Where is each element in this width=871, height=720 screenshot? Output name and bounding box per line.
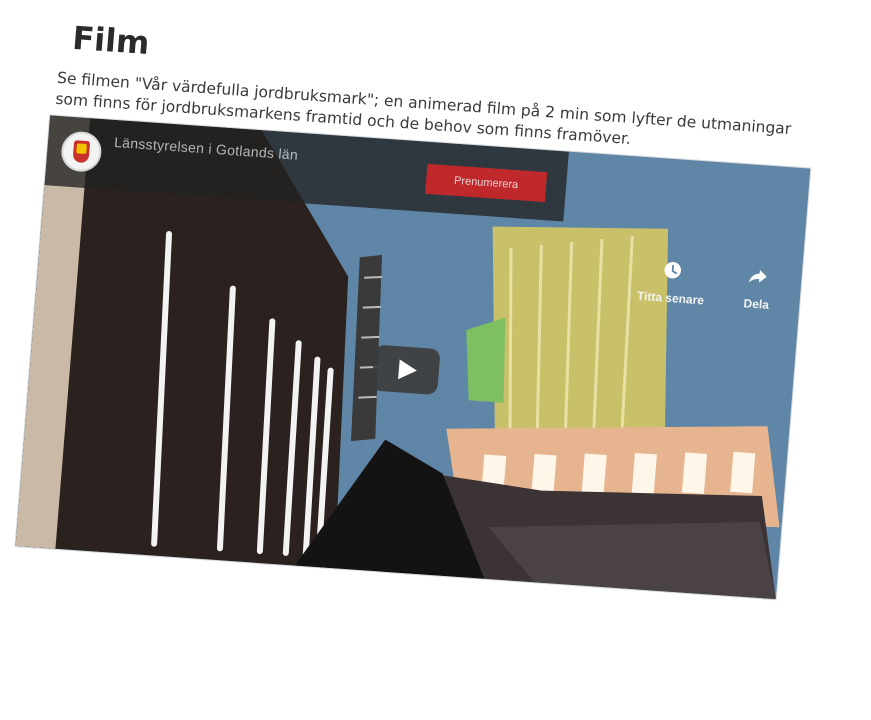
watch-later-label: Titta senare: [636, 288, 705, 308]
play-button[interactable]: [371, 344, 441, 396]
share-label: Dela: [743, 296, 770, 312]
coat-of-arms-logo[interactable]: [59, 130, 103, 173]
film-section: Film Se filmen "Vår värdefulla jordbruks…: [10, 18, 830, 720]
video-actions: Titta senare Dela: [634, 257, 788, 327]
channel-title[interactable]: Länsstyrelsen i Gotlands län: [114, 134, 299, 163]
video-player[interactable]: Länsstyrelsen i Gotlands län Prenumerera…: [15, 115, 811, 600]
share-arrow-icon: [747, 264, 771, 287]
share-button[interactable]: Dela: [721, 263, 795, 314]
subscribe-button[interactable]: Prenumerera: [425, 163, 548, 203]
section-title: Film: [70, 18, 151, 63]
clock-icon: [661, 258, 685, 281]
watch-later-button[interactable]: Titta senare: [635, 257, 709, 308]
screenshot-stage: Film Se filmen "Vår värdefulla jordbruks…: [0, 0, 871, 689]
